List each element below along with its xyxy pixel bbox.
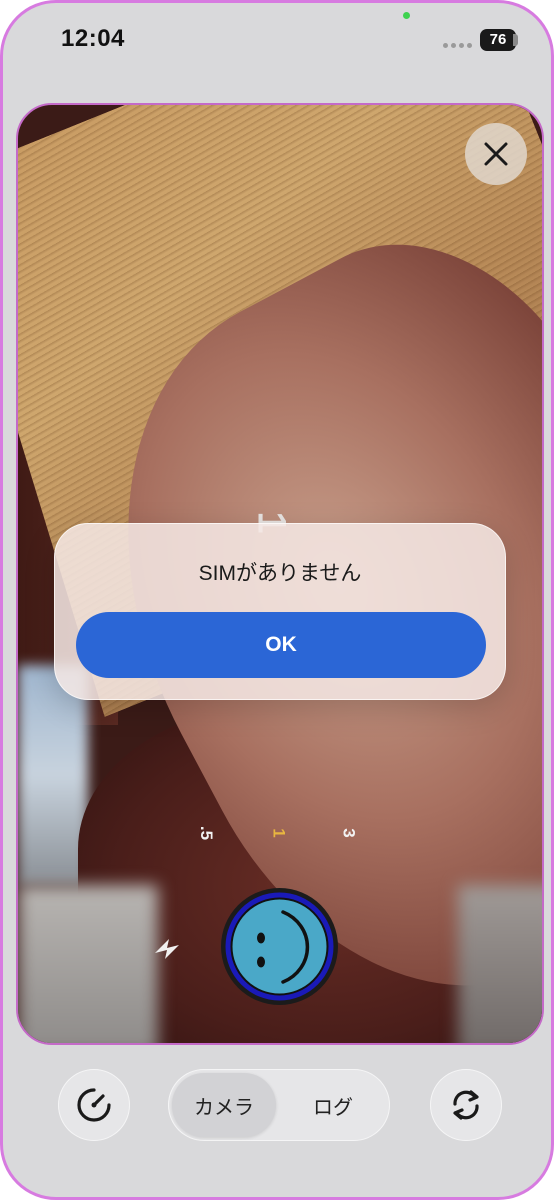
tab-log[interactable]: ログ <box>280 1073 386 1137</box>
zoom-option-0.5[interactable]: .5 <box>196 826 216 840</box>
status-time: 12:04 <box>61 25 125 52</box>
speed-button[interactable] <box>58 1069 130 1141</box>
camera-indicator-dot <box>403 12 410 19</box>
close-icon <box>484 142 508 166</box>
viewfinder-blur-bottom-left <box>18 885 158 1043</box>
flash-button[interactable] <box>149 931 185 967</box>
device-frame: 12:04 76 1 .5 1 3 <box>0 0 554 1200</box>
no-sim-alert-dialog: SIMがありません OK <box>54 523 506 700</box>
flash-icon <box>155 939 179 959</box>
alert-message: SIMがありません <box>198 562 362 585</box>
zoom-option-1[interactable]: 1 <box>269 828 289 837</box>
close-button[interactable] <box>465 123 527 185</box>
alert-ok-button[interactable]: OK <box>76 612 486 678</box>
mode-segmented-control: カメラ ログ <box>168 1069 390 1141</box>
switch-camera-button[interactable] <box>430 1069 502 1141</box>
battery-cap <box>513 34 518 46</box>
battery-indicator: 76 <box>480 29 516 51</box>
smiley-shutter-icon <box>225 892 334 1001</box>
speedometer-icon <box>77 1088 111 1122</box>
viewfinder-blur-bottom-right <box>458 885 542 1043</box>
switch-camera-icon <box>453 1090 479 1120</box>
shutter-button[interactable] <box>221 888 338 1005</box>
tab-camera[interactable]: カメラ <box>172 1073 276 1137</box>
zoom-option-3[interactable]: 3 <box>339 828 359 837</box>
cellular-signal-icon <box>443 43 472 48</box>
